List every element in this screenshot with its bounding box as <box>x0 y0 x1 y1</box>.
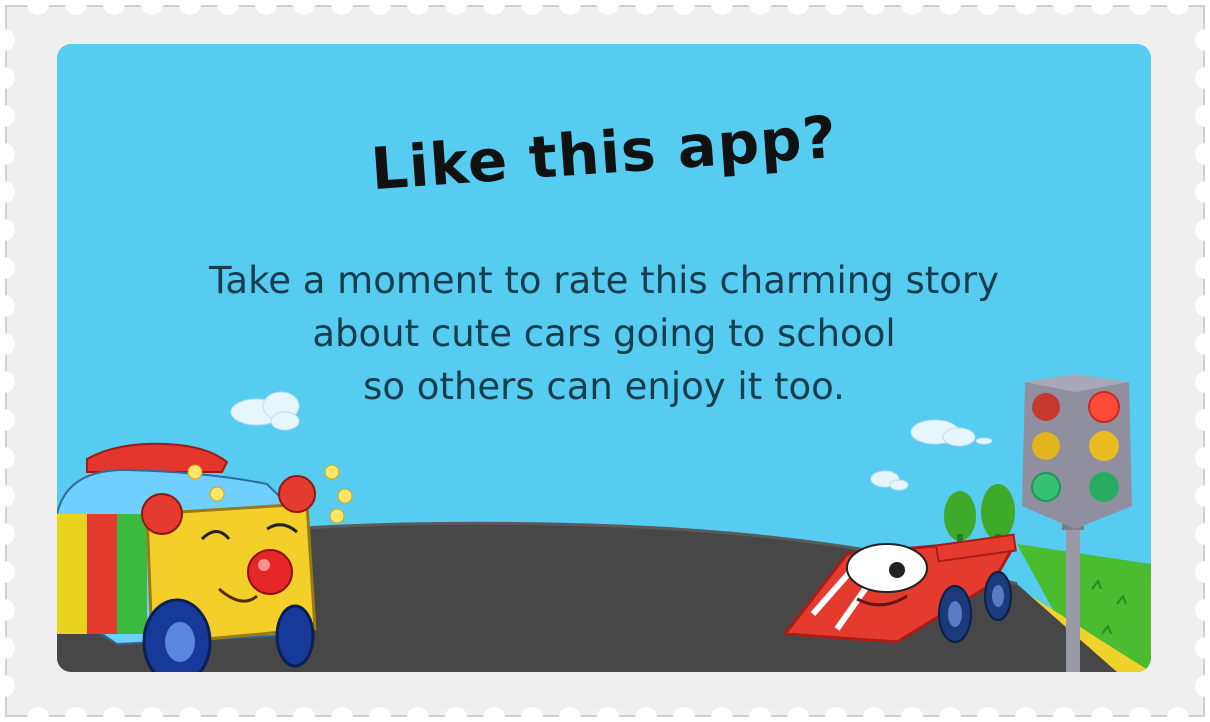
cloud-icon <box>870 470 909 491</box>
message-line: so others can enjoy it too. <box>363 365 845 408</box>
rating-message: Take a moment to rate this charming stor… <box>57 254 1151 413</box>
message-line: about cute cars going to school <box>312 312 896 355</box>
cloud-icon <box>910 419 993 447</box>
message-line: Take a moment to rate this charming stor… <box>208 259 1000 302</box>
rating-dialog-panel: Like this app? Take a moment to rate thi… <box>57 44 1151 672</box>
